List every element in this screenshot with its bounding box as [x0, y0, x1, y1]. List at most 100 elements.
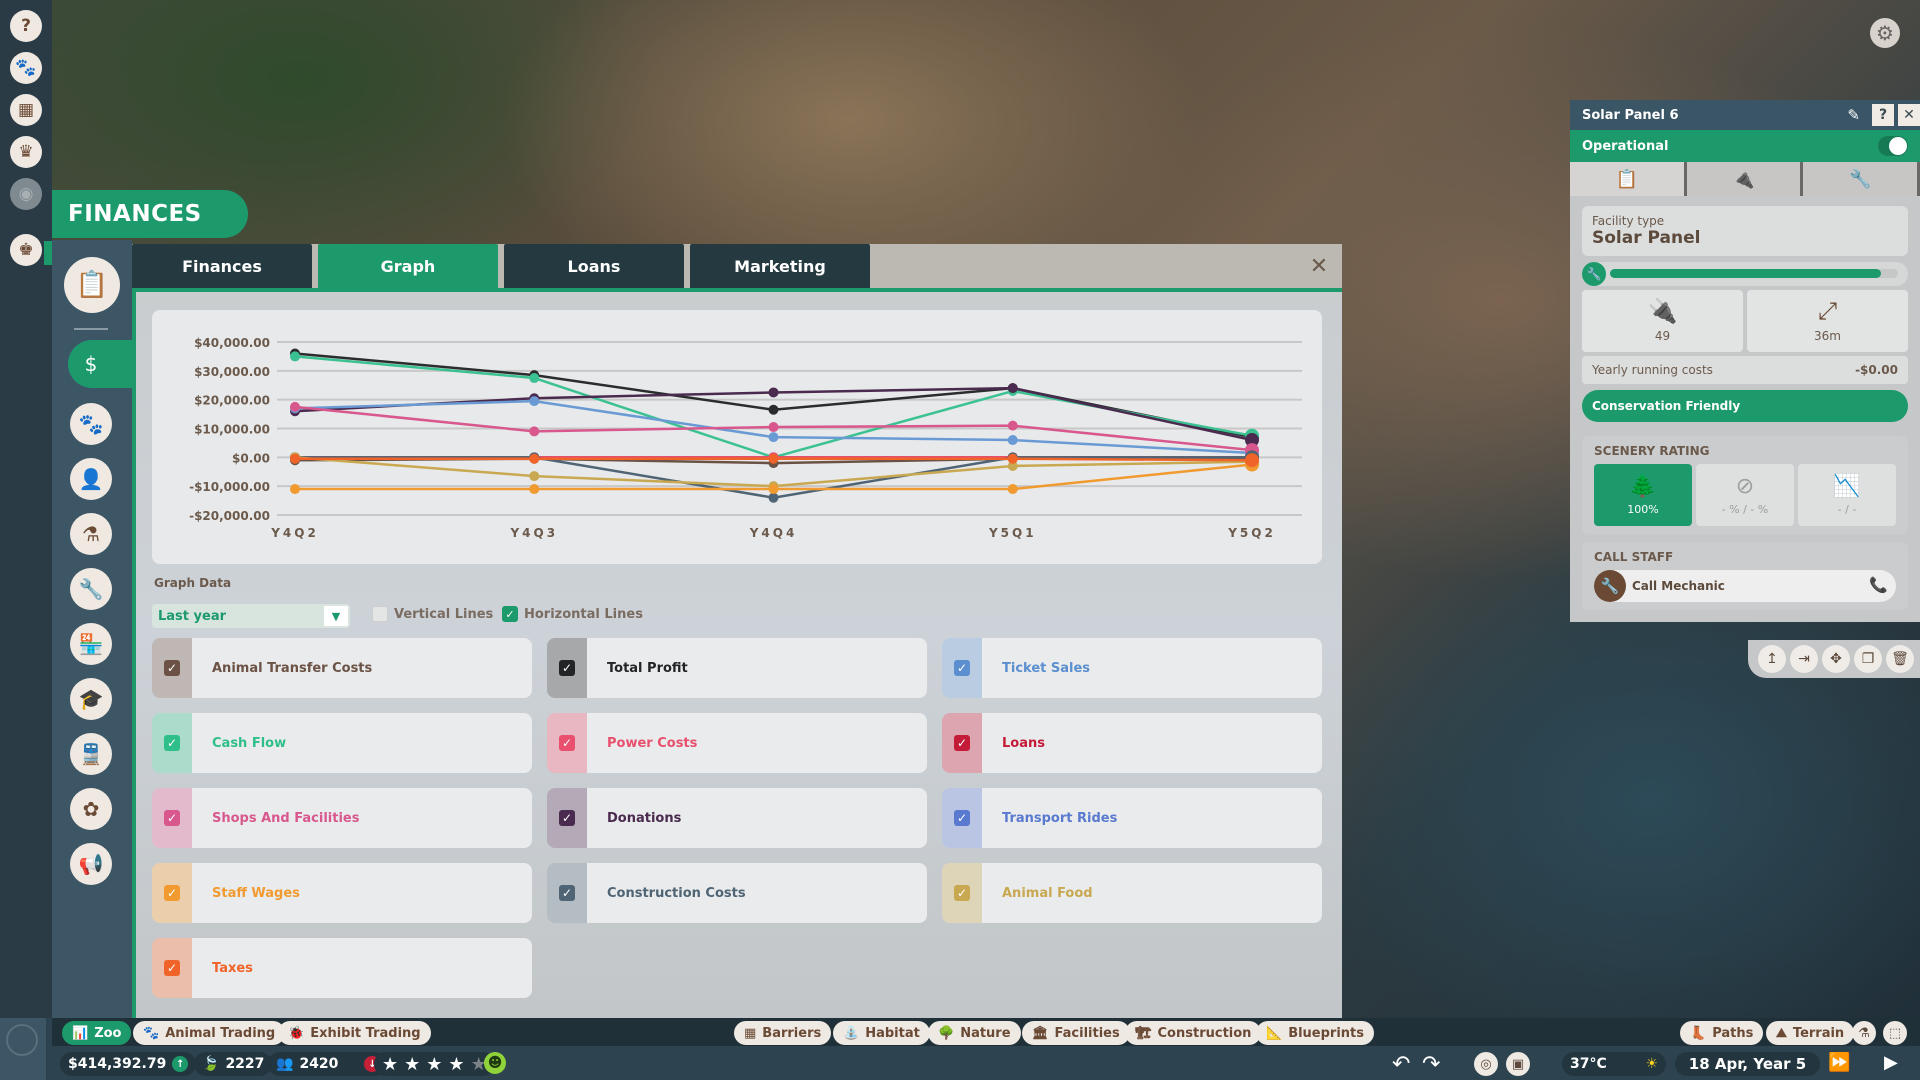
- help-icon[interactable]: ?: [10, 10, 42, 42]
- finances-icon[interactable]: $: [70, 343, 112, 385]
- legend-checkbox[interactable]: ✓: [559, 660, 575, 676]
- research-animals-icon[interactable]: ⚗: [70, 513, 112, 555]
- camera-knob[interactable]: [6, 1024, 38, 1056]
- guest-happiness-icon[interactable]: ☻: [484, 1052, 506, 1074]
- transport-icon[interactable]: 🚆: [70, 733, 112, 775]
- marketing-icon[interactable]: 📢: [70, 843, 112, 885]
- tool-tab-terrain[interactable]: ⛰ Terrain: [1766, 1021, 1855, 1045]
- chevron-down-icon[interactable]: ▼: [324, 606, 348, 626]
- legend-item[interactable]: ✓ Staff Wages: [152, 863, 532, 923]
- calendar-icon[interactable]: ▦: [10, 94, 42, 126]
- mode-tab-animal-trading[interactable]: 🐾 Animal Trading: [133, 1021, 286, 1045]
- zoopedia-icon[interactable]: 🐾: [10, 52, 42, 84]
- wrench-icon: 🔧: [1848, 168, 1872, 190]
- period-dropdown[interactable]: Last year ▼: [152, 604, 350, 628]
- legend-checkbox[interactable]: ✓: [559, 810, 575, 826]
- mode-tab-zoo[interactable]: 📊 Zoo: [62, 1021, 132, 1045]
- legend-checkbox[interactable]: ✓: [164, 735, 180, 751]
- delete-icon[interactable]: 🗑: [1886, 645, 1914, 673]
- build-tab-blueprints[interactable]: 📐 Blueprints: [1256, 1021, 1375, 1045]
- animals-icon[interactable]: 🐾: [70, 403, 112, 445]
- info-tab[interactable]: 📋: [1570, 162, 1687, 196]
- legend-checkbox[interactable]: ✓: [559, 735, 575, 751]
- legend-item[interactable]: ✓ Cash Flow: [152, 713, 532, 773]
- legend-checkbox[interactable]: ✓: [164, 885, 180, 901]
- undo-icon[interactable]: ↶: [1392, 1052, 1410, 1077]
- maintenance-tab[interactable]: 🔧: [1803, 162, 1920, 196]
- operational-bar: Operational: [1570, 130, 1920, 162]
- play-icon[interactable]: ▶: [1884, 1052, 1898, 1073]
- duplicate-icon[interactable]: ❐: [1854, 645, 1882, 673]
- legend-item[interactable]: ✓ Taxes: [152, 938, 532, 998]
- tab-finances[interactable]: Finances: [132, 244, 312, 288]
- education-icon[interactable]: 🎓: [70, 678, 112, 720]
- vision-icon[interactable]: ◉: [10, 178, 42, 210]
- legend-color-strip: ✓: [942, 638, 982, 698]
- legend-checkbox[interactable]: ✓: [164, 960, 180, 976]
- research-mechanics-icon[interactable]: 🔧: [70, 568, 112, 610]
- help-icon[interactable]: ?: [1872, 104, 1894, 126]
- mode-tab-exhibit-trading[interactable]: 🐞 Exhibit Trading: [278, 1021, 431, 1045]
- side-nav-finances[interactable]: $: [68, 340, 132, 388]
- legend-checkbox[interactable]: ✓: [559, 885, 575, 901]
- trophy-icon[interactable]: ♛: [10, 136, 42, 168]
- conservation-icon[interactable]: ✿: [70, 788, 112, 830]
- legend-checkbox[interactable]: ✓: [164, 810, 180, 826]
- operational-toggle[interactable]: [1878, 136, 1908, 156]
- legend-item[interactable]: ✓ Donations: [547, 788, 927, 848]
- shops-icon[interactable]: 🏪: [70, 623, 112, 665]
- gear-icon[interactable]: ⚙: [1870, 18, 1900, 48]
- scientist-icon[interactable]: ⚗: [1852, 1021, 1876, 1045]
- build-tab-barriers[interactable]: ▦ Barriers: [734, 1021, 832, 1045]
- horizontal-lines-checkbox[interactable]: ✓: [502, 606, 518, 622]
- camera-view-icon[interactable]: ▣: [1506, 1052, 1530, 1076]
- tab-loans[interactable]: Loans: [504, 244, 684, 288]
- condition-fill: [1610, 269, 1881, 278]
- rename-pencil-icon[interactable]: ✎: [1847, 106, 1860, 124]
- move-icon[interactable]: ✥: [1822, 645, 1850, 673]
- legend-item[interactable]: ✓ Ticket Sales: [942, 638, 1322, 698]
- build-tab-habitat[interactable]: ⛲ Habitat: [833, 1021, 930, 1045]
- selection-icon[interactable]: ⬚: [1883, 1021, 1907, 1045]
- call-mechanic-button[interactable]: 🔧 Call Mechanic 📞: [1594, 570, 1896, 602]
- staff-rank-icon[interactable]: ♚: [10, 234, 42, 266]
- legend-checkbox[interactable]: ✓: [954, 735, 970, 751]
- legend-item[interactable]: ✓ Transport Rides: [942, 788, 1322, 848]
- power-tab[interactable]: 🔌: [1686, 162, 1804, 196]
- legend-item[interactable]: ✓ Loans: [942, 713, 1322, 773]
- legend-item[interactable]: ✓ Shops And Facilities: [152, 788, 532, 848]
- build-tab-construction[interactable]: 🏗 Construction: [1125, 1021, 1262, 1045]
- tab-marketing[interactable]: Marketing: [690, 244, 870, 288]
- legend-item[interactable]: ✓ Total Profit: [547, 638, 927, 698]
- tab-graph[interactable]: Graph: [318, 244, 498, 288]
- build-tab-facilities[interactable]: 🏛 Facilities: [1022, 1021, 1130, 1045]
- fast-forward-icon[interactable]: ⏩: [1828, 1052, 1850, 1073]
- legend-item[interactable]: ✓ Animal Transfer Costs: [152, 638, 532, 698]
- vertical-lines-option[interactable]: Vertical Lines: [372, 606, 493, 622]
- legend-item[interactable]: ✓ Animal Food: [942, 863, 1322, 923]
- build-tab-label: Habitat: [865, 1025, 920, 1041]
- legend-item[interactable]: ✓ Construction Costs: [547, 863, 927, 923]
- legend-checkbox[interactable]: ✓: [954, 885, 970, 901]
- guests-display[interactable]: 👥 2420 ↓: [268, 1052, 389, 1076]
- legend-checkbox[interactable]: ✓: [954, 660, 970, 676]
- clipboard-icon[interactable]: 📋: [64, 257, 120, 313]
- data-point: [1007, 435, 1018, 446]
- vertical-lines-checkbox[interactable]: [372, 606, 388, 622]
- camera-aperture-icon[interactable]: ◎: [1474, 1052, 1498, 1076]
- legend-checkbox[interactable]: ✓: [954, 810, 970, 826]
- staff-icon[interactable]: 👤: [70, 458, 112, 500]
- tool-tab-paths[interactable]: 👢 Paths: [1680, 1021, 1764, 1045]
- up-icon[interactable]: ↥: [1758, 645, 1786, 673]
- exit-icon[interactable]: ⇥: [1790, 645, 1818, 673]
- horizontal-lines-option[interactable]: ✓ Horizontal Lines: [502, 606, 643, 622]
- redo-icon[interactable]: ↷: [1422, 1052, 1440, 1077]
- legend-item[interactable]: ✓ Power Costs: [547, 713, 927, 773]
- zoo-rating-stars[interactable]: ★ ★ ★ ★ ★: [374, 1052, 495, 1076]
- build-tab-nature[interactable]: 🌳 Nature: [928, 1021, 1021, 1045]
- conservation-credits-display[interactable]: 🍃 2227: [194, 1052, 273, 1076]
- close-icon[interactable]: ✕: [1898, 104, 1920, 126]
- close-icon[interactable]: ✕: [1296, 244, 1342, 288]
- money-display[interactable]: $414,392.79 ↑: [60, 1052, 197, 1076]
- legend-checkbox[interactable]: ✓: [164, 660, 180, 676]
